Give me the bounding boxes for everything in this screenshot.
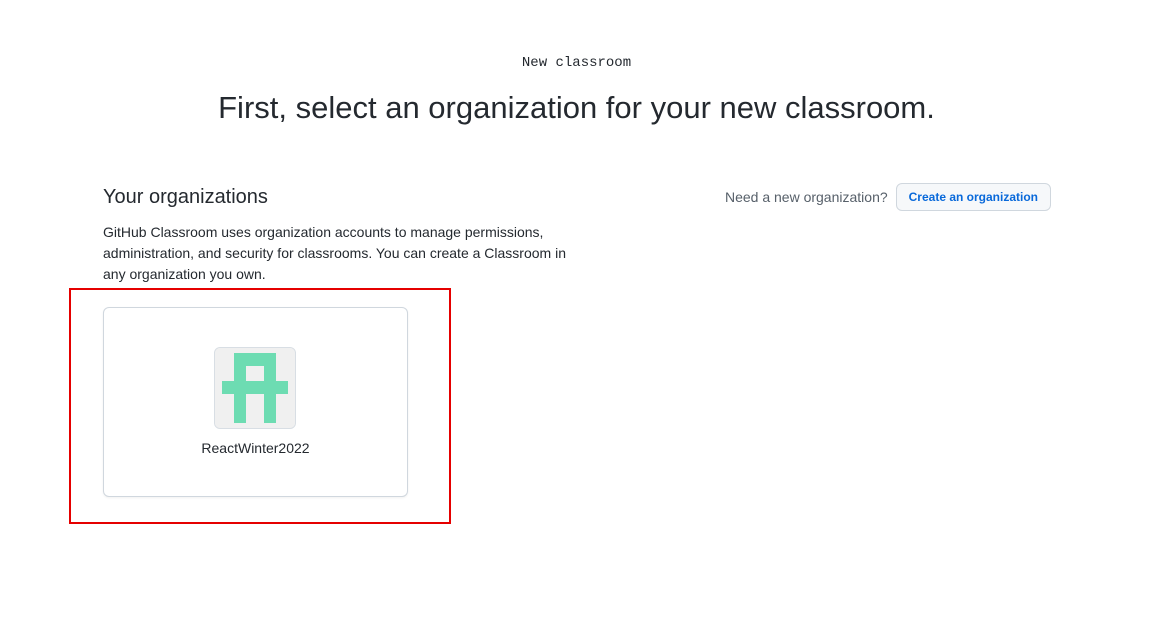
organization-card[interactable]: ReactWinter2022: [103, 307, 408, 497]
organization-name: ReactWinter2022: [201, 440, 310, 456]
step-label: New classroom: [521, 55, 632, 71]
identicon-icon: [214, 347, 296, 429]
section-title: Your organizations: [103, 186, 268, 208]
new-organization-label: Need a new organization?: [724, 189, 888, 205]
new-organization-prompt: Need a new organization? Create an organ…: [725, 183, 1051, 211]
create-organization-button[interactable]: Create an organization: [895, 183, 1051, 211]
page-title: First, select an organization for your n…: [218, 90, 935, 125]
section-description: GitHub Classroom uses organization accou…: [103, 224, 566, 282]
